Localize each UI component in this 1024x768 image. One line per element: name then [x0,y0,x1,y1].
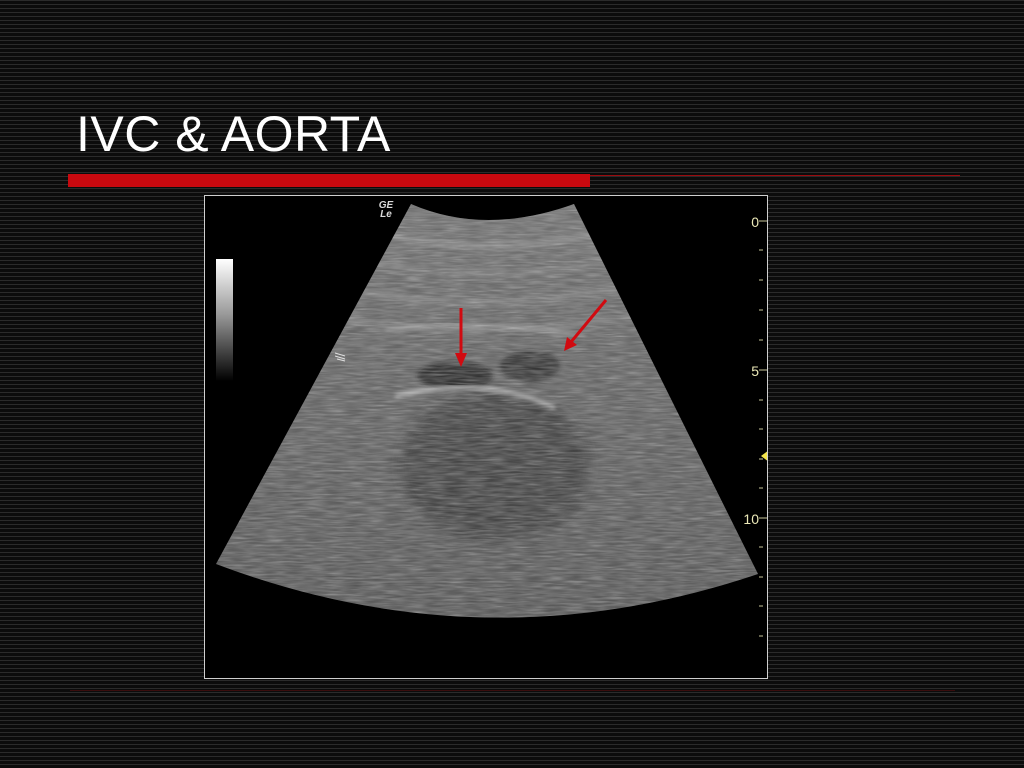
ultrasound-image: GE Le 0 5 10 [204,195,768,679]
title-underline-accent [68,174,590,187]
ultrasound-scan [216,204,767,637]
depth-label-10: 10 [743,511,759,527]
depth-label-0: 0 [751,214,759,230]
title-underline-rule [590,175,960,176]
focus-marker [761,451,767,461]
vendor-mark: GE Le [376,201,396,220]
slide-title: IVC & AORTA [76,106,391,162]
depth-label-5: 5 [751,363,759,379]
sector-image [216,204,758,618]
depth-scale [759,220,767,637]
footer-rule [70,690,955,691]
gray-scale-bar [216,259,233,381]
vendor-sub-text: Le [380,209,392,220]
